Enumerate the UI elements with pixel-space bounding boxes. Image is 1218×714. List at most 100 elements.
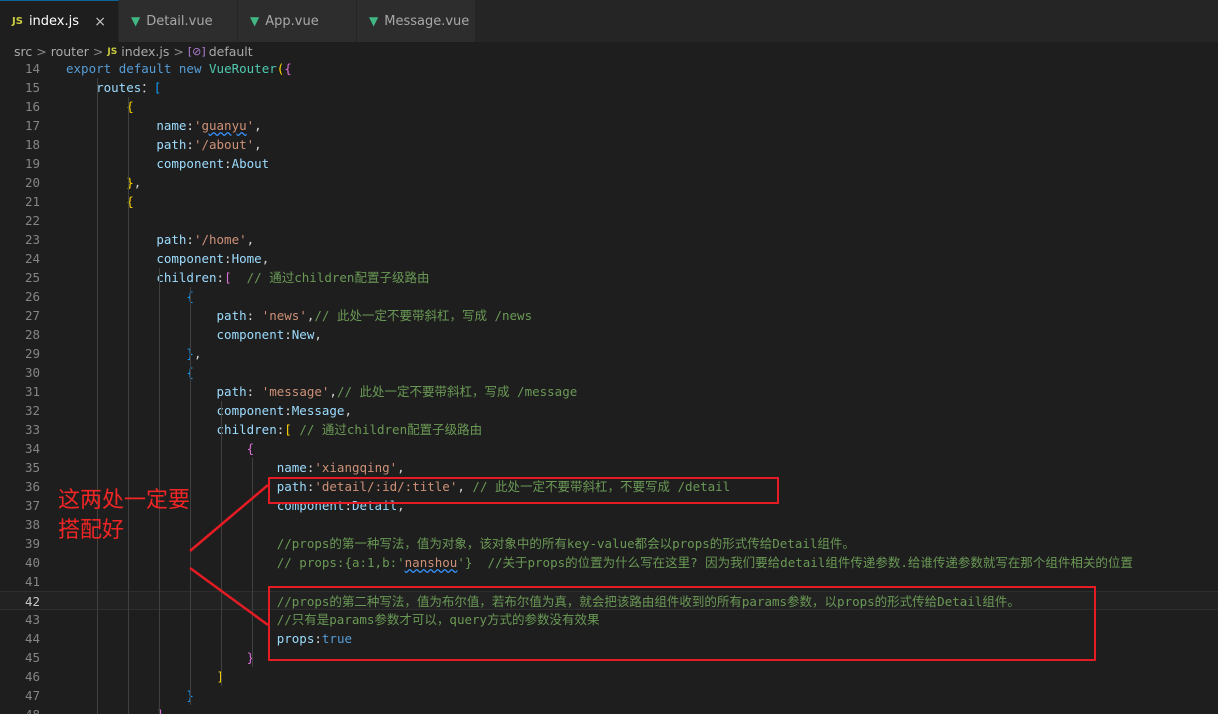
code-line[interactable]: 33 children:[ // 通过children配置子级路由: [0, 420, 1218, 439]
chevron-right-icon: >: [173, 44, 184, 59]
code-text[interactable]: ]: [66, 705, 164, 714]
code-text[interactable]: name:'guanyu',: [66, 116, 261, 135]
tab-label: Detail.vue: [146, 13, 213, 29]
code-line[interactable]: 26 {: [0, 287, 1218, 306]
annotation-note: 这两处一定要 搭配好: [58, 486, 190, 546]
code-text[interactable]: {: [66, 192, 134, 211]
code-line[interactable]: 15 routes：[: [0, 78, 1218, 97]
code-text[interactable]: }: [66, 686, 194, 705]
code-text[interactable]: path:'/home',: [66, 230, 254, 249]
code-line[interactable]: 18 path:'/about',: [0, 135, 1218, 154]
close-icon[interactable]: ×: [94, 14, 106, 30]
code-text[interactable]: component:Message,: [66, 401, 352, 420]
code-text[interactable]: path: 'message',// 此处一定不要带斜杠，写成 /message: [66, 382, 578, 401]
code-line[interactable]: 35 name:'xiangqing',: [0, 458, 1218, 477]
code-line[interactable]: 17 name:'guanyu',: [0, 116, 1218, 135]
code-text[interactable]: export default new VueRouter({: [66, 59, 292, 78]
annotation-line1: 这两处一定要: [58, 488, 191, 513]
code-line[interactable]: 40 // props:{a:1,b:'nanshou'} //关于props的…: [0, 553, 1218, 572]
line-number: 19: [24, 156, 40, 171]
breadcrumb-router[interactable]: router: [51, 44, 89, 59]
annotation-box-props: [268, 586, 1096, 661]
line-number: 24: [24, 251, 40, 266]
code-text[interactable]: },: [66, 344, 201, 363]
code-text[interactable]: {: [66, 97, 134, 116]
line-number: 30: [24, 365, 40, 380]
line-number: 43: [24, 612, 40, 627]
line-number: 31: [24, 384, 40, 399]
vue-file-icon: ▼: [250, 14, 260, 28]
vue-file-icon: ▼: [369, 14, 379, 28]
code-line[interactable]: 29 },: [0, 344, 1218, 363]
js-file-icon: JS: [107, 46, 118, 57]
code-line[interactable]: 22: [0, 211, 1218, 230]
code-text[interactable]: {: [66, 287, 194, 306]
code-line[interactable]: 28 component:New,: [0, 325, 1218, 344]
line-number: 32: [24, 403, 40, 418]
tab-detail-vue[interactable]: ▼ Detail.vue: [119, 0, 238, 42]
annotation-line2: 搭配好: [58, 518, 125, 543]
code-line[interactable]: 34 {: [0, 439, 1218, 458]
line-number: 42: [24, 594, 40, 609]
code-line[interactable]: 48 ]: [0, 705, 1218, 714]
indent-guide: [190, 287, 191, 705]
line-number: 41: [24, 574, 40, 589]
breadcrumb-src[interactable]: src: [14, 44, 32, 59]
code-text[interactable]: children:[ // 通过children配置子级路由: [66, 268, 429, 287]
line-number: 14: [24, 61, 40, 76]
code-text[interactable]: // props:{a:1,b:'nanshou'} //关于props的位置为…: [66, 553, 1133, 572]
code-line[interactable]: 46 ]: [0, 667, 1218, 686]
code-text[interactable]: },: [66, 173, 141, 192]
line-number: 26: [24, 289, 40, 304]
code-text[interactable]: path: 'news',// 此处一定不要带斜杠，写成 /news: [66, 306, 533, 325]
line-number: 45: [24, 650, 40, 665]
line-number: 36: [24, 479, 40, 494]
js-file-icon: JS: [12, 16, 23, 27]
vue-file-icon: ▼: [131, 14, 141, 28]
line-number: 25: [24, 270, 40, 285]
code-line[interactable]: 31 path: 'message',// 此处一定不要带斜杠，写成 /mess…: [0, 382, 1218, 401]
code-text[interactable]: {: [66, 439, 255, 458]
code-line[interactable]: 20 },: [0, 173, 1218, 192]
line-number: 33: [24, 422, 40, 437]
line-number: 15: [24, 80, 40, 95]
tab-app-vue[interactable]: ▼ App.vue: [238, 0, 357, 42]
code-text[interactable]: {: [66, 363, 194, 382]
code-line[interactable]: 19 component:About: [0, 154, 1218, 173]
breadcrumb-file[interactable]: index.js: [121, 44, 169, 59]
indent-guide: [97, 78, 98, 714]
code-line[interactable]: 32 component:Message,: [0, 401, 1218, 420]
line-number: 40: [24, 555, 40, 570]
line-number: 21: [24, 194, 40, 209]
code-line[interactable]: 47 }: [0, 686, 1218, 705]
code-text[interactable]: }: [66, 648, 255, 667]
line-number: 16: [24, 99, 40, 114]
code-text[interactable]: name:'xiangqing',: [66, 458, 405, 477]
code-line[interactable]: 14 export default new VueRouter({: [0, 59, 1218, 78]
code-line[interactable]: 25 children:[ // 通过children配置子级路由: [0, 268, 1218, 287]
code-text[interactable]: path:'/about',: [66, 135, 261, 154]
code-text[interactable]: ]: [66, 667, 225, 686]
line-number: 46: [24, 669, 40, 684]
line-number: 34: [24, 441, 40, 456]
code-text[interactable]: component:New,: [66, 325, 322, 344]
line-number: 35: [24, 460, 40, 475]
code-text[interactable]: routes：[: [66, 78, 161, 97]
code-line[interactable]: 21 {: [0, 192, 1218, 211]
code-line[interactable]: 27 path: 'news',// 此处一定不要带斜杠，写成 /news: [0, 306, 1218, 325]
line-number: 48: [0, 705, 40, 714]
breadcrumb-symbol[interactable]: default: [209, 44, 253, 59]
indent-guide: [221, 401, 222, 686]
code-line[interactable]: 16 {: [0, 97, 1218, 116]
line-number: 22: [24, 213, 40, 228]
tab-index-js[interactable]: JS index.js ×: [0, 0, 119, 42]
line-number: 44: [24, 631, 40, 646]
annotation-box-path: [268, 477, 779, 504]
code-line[interactable]: 24 component:Home,: [0, 249, 1218, 268]
code-line[interactable]: 30 {: [0, 363, 1218, 382]
code-line[interactable]: 23 path:'/home',: [0, 230, 1218, 249]
line-number: 18: [24, 137, 40, 152]
line-number: 29: [24, 346, 40, 361]
chevron-right-icon: >: [92, 44, 104, 59]
tab-message-vue[interactable]: ▼ Message.vue: [357, 0, 476, 42]
